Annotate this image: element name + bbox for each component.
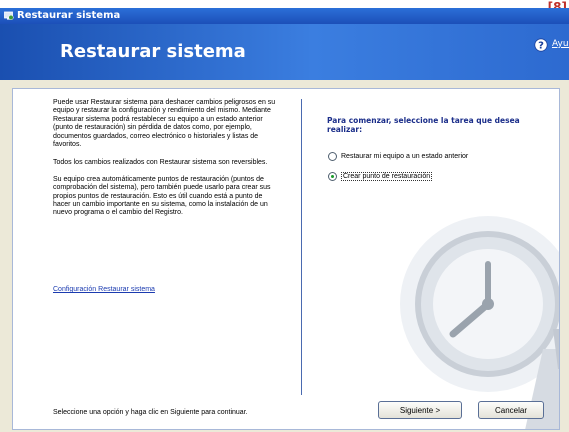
radio-button-selected[interactable] [328,172,337,181]
radio-button[interactable] [328,152,337,161]
column-divider [301,99,302,395]
window-title: Restaurar sistema [17,10,121,21]
description-paragraph: Puede usar Restaurar sistema para deshac… [53,99,276,149]
page-title: Restaurar sistema [60,41,246,62]
help-link[interactable]: Ayuda [552,39,569,49]
option-label: Crear punto de restauración [341,172,433,181]
cancel-button[interactable]: Cancelar [478,401,544,419]
title-bar[interactable]: Restaurar sistema [0,8,569,24]
system-restore-icon [4,11,14,21]
reversible-paragraph: Todos los cambios realizados con Restaur… [53,159,268,167]
restore-window: Restaurar sistema Restaurar sistema ? Ay… [0,8,569,432]
task-prompt: Para comenzar, seleccione la tarea que d… [327,116,520,134]
restore-settings-link[interactable]: Configuración Restaurar sistema [53,286,155,293]
help-icon[interactable]: ? [534,38,548,52]
wizard-header: Restaurar sistema ? Ayuda [0,24,569,80]
next-button[interactable]: Siguiente > [378,401,462,419]
option-restore-computer[interactable]: Restaurar mi equipo a un estado anterior [328,152,468,161]
option-label: Restaurar mi equipo a un estado anterior [341,153,469,160]
clock-watermark-icon [400,216,559,429]
svg-text:?: ? [538,41,544,52]
description-column: Puede usar Restaurar sistema para deshac… [53,99,281,226]
option-create-restore-point[interactable]: Crear punto de restauración [328,172,433,181]
footer-instruction: Seleccione una opción y haga clic en Sig… [53,409,248,416]
restore-points-paragraph: Su equipo crea automáticamente puntos de… [53,175,271,217]
content-panel: Puede usar Restaurar sistema para deshac… [12,88,560,430]
